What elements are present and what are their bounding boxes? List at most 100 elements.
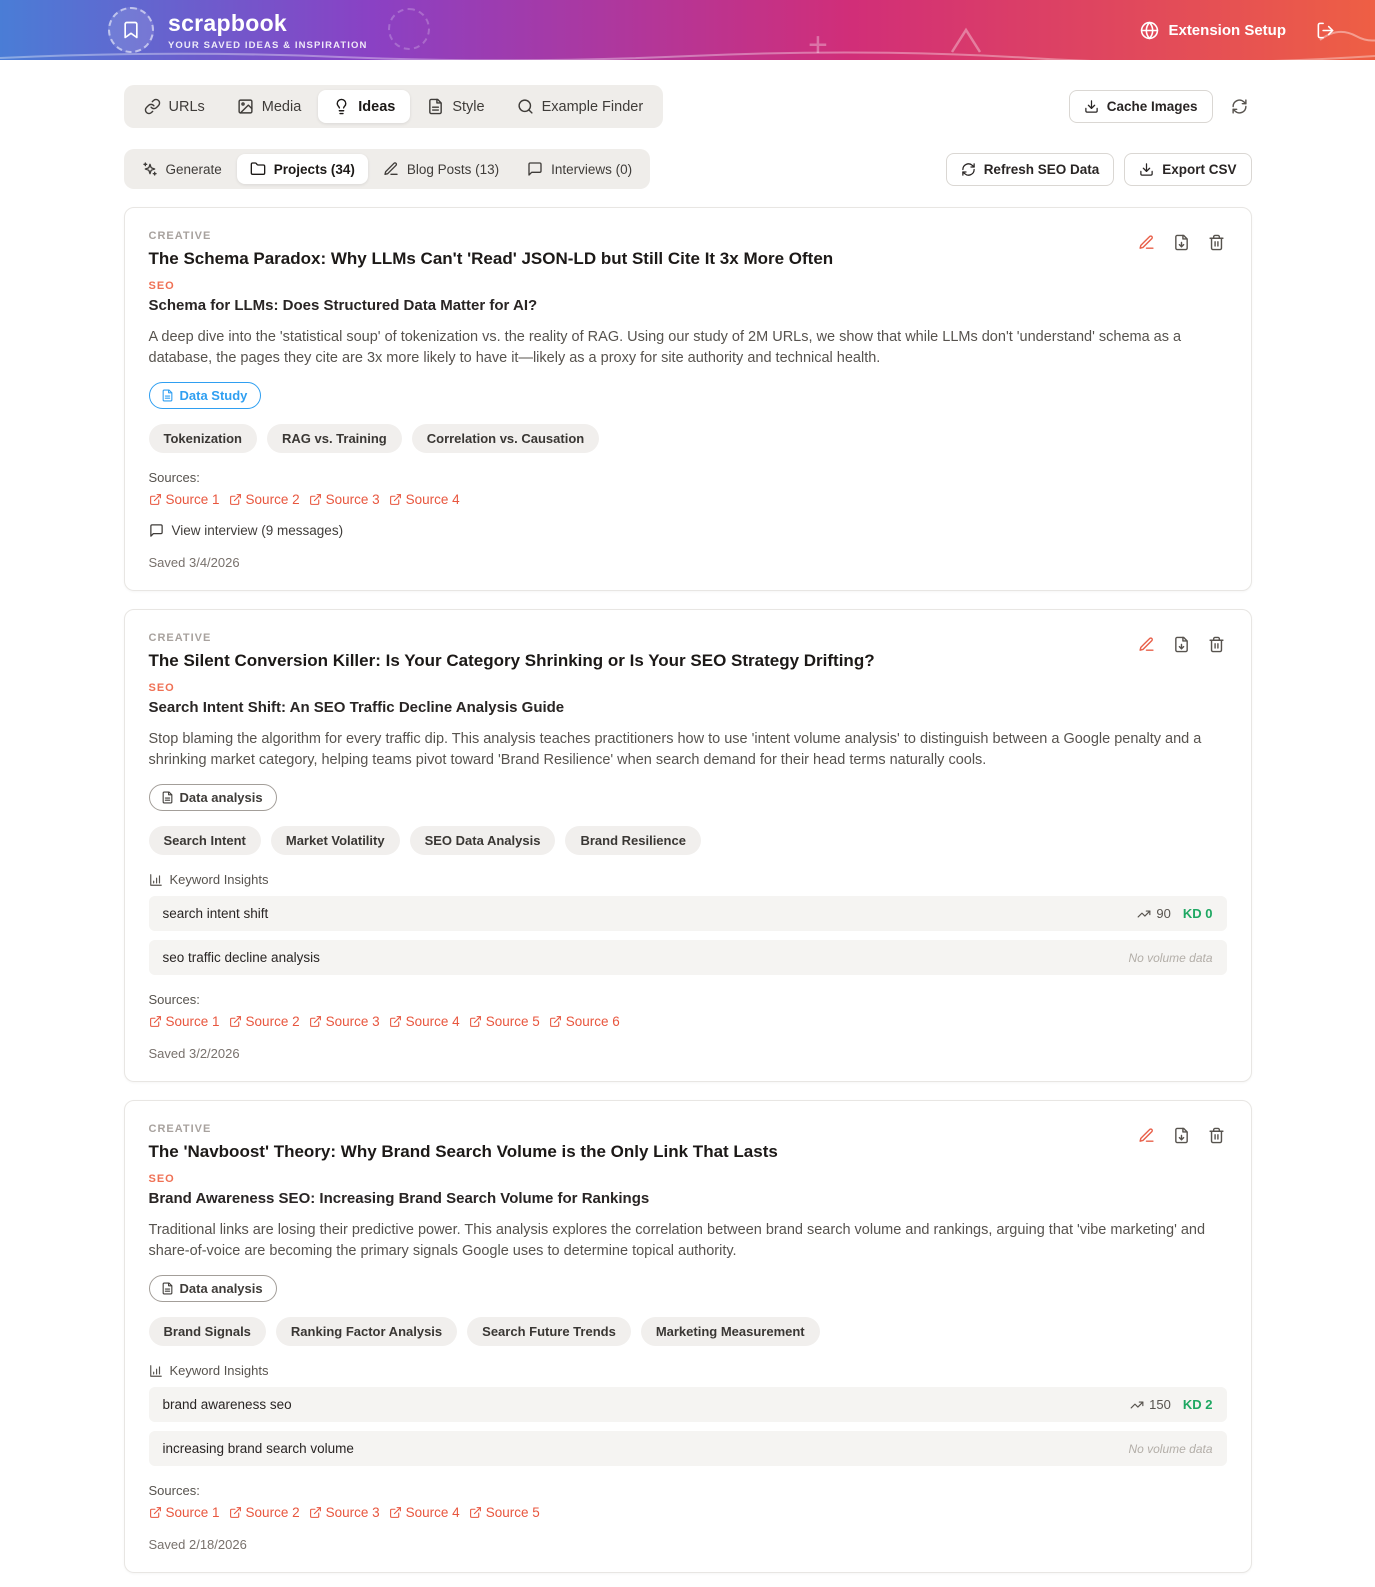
bar-chart-icon [149,873,163,887]
source-label: Source 3 [326,1014,380,1029]
source-link[interactable]: Source 6 [549,1014,620,1029]
app-logo [108,7,154,53]
source-link[interactable]: Source 2 [229,1014,300,1029]
external-link-icon [389,1015,402,1028]
tab-urls[interactable]: URLs [129,90,220,123]
source-link[interactable]: Source 3 [309,492,380,507]
source-link[interactable]: Source 2 [229,1505,300,1520]
source-label: Source 1 [166,1505,220,1520]
subtab-generate[interactable]: Generate [129,154,235,184]
subtab-label: Blog Posts (13) [407,162,499,177]
sources-label: Sources: [149,470,1227,485]
refresh-icon[interactable] [1227,94,1252,119]
sparkles-icon [142,161,158,177]
source-label: Source 2 [246,492,300,507]
view-interview-link[interactable]: View interview (9 messages) [149,523,1227,538]
external-link-icon [309,1506,322,1519]
source-list: Source 1 Source 2 Source 3 Source 4 [149,492,1227,507]
keyword-difficulty: KD 0 [1183,906,1213,921]
cache-images-label: Cache Images [1107,99,1198,114]
tag: Search Intent [149,826,261,855]
tab-example-finder[interactable]: Example Finder [502,90,659,123]
export-csv-label: Export CSV [1162,162,1236,177]
tag-list: Tokenization RAG vs. Training Correlatio… [149,424,1227,453]
source-link[interactable]: Source 1 [149,1014,220,1029]
logout-icon[interactable] [1316,21,1335,40]
source-label: Source 5 [486,1014,540,1029]
source-link[interactable]: Source 1 [149,1505,220,1520]
idea-card: CREATIVE The 'Navboost' Theory: Why Bran… [124,1100,1252,1573]
source-link[interactable]: Source 3 [309,1014,380,1029]
delete-icon[interactable] [1206,1125,1227,1146]
edit-icon[interactable] [1136,232,1157,253]
card-title: The Schema Paradox: Why LLMs Can't 'Read… [149,249,834,269]
subtab-blog-posts[interactable]: Blog Posts (13) [370,154,512,184]
cache-images-button[interactable]: Cache Images [1069,90,1213,123]
source-label: Source 2 [246,1505,300,1520]
external-link-icon [229,1506,242,1519]
export-csv-button[interactable]: Export CSV [1124,153,1251,186]
content-type-badge[interactable]: Data analysis [149,784,277,811]
content-type-badge[interactable]: Data Study [149,382,262,409]
source-link[interactable]: Source 4 [389,1505,460,1520]
source-link[interactable]: Source 4 [389,1014,460,1029]
card-description: A deep dive into the 'statistical soup' … [149,327,1227,368]
source-link[interactable]: Source 3 [309,1505,380,1520]
keyword-insights-label: Keyword Insights [149,872,1227,887]
keyword-insights-text: Keyword Insights [170,1363,269,1378]
source-link[interactable]: Source 5 [469,1505,540,1520]
tab-label: Example Finder [542,99,644,115]
tag: Marketing Measurement [641,1317,820,1346]
refresh-icon [961,162,976,177]
delete-icon[interactable] [1206,634,1227,655]
keyword-volume: 90 [1156,906,1170,921]
subtab-label: Projects (34) [274,162,355,177]
source-link[interactable]: Source 5 [469,1014,540,1029]
app-title: scrapbook [168,10,367,37]
tag: Correlation vs. Causation [412,424,599,453]
external-link-icon [229,493,242,506]
card-subtitle: Search Intent Shift: An SEO Traffic Decl… [149,699,875,716]
no-volume-note: No volume data [1128,1442,1212,1456]
delete-icon[interactable] [1206,232,1227,253]
subtab-label: Generate [166,162,222,177]
main-tab-bar: URLs Media Ideas Style Example Finder [124,85,664,128]
refresh-seo-data-button[interactable]: Refresh SEO Data [946,153,1115,186]
source-link[interactable]: Source 2 [229,492,300,507]
app-tagline: YOUR SAVED IDEAS & INSPIRATION [168,40,367,51]
edit-icon[interactable] [1136,634,1157,655]
subtab-interviews[interactable]: Interviews (0) [514,154,645,184]
export-file-icon[interactable] [1171,1125,1192,1146]
tab-style[interactable]: Style [412,90,499,123]
source-link[interactable]: Source 4 [389,492,460,507]
export-file-icon[interactable] [1171,232,1192,253]
extension-setup-button[interactable]: Extension Setup [1140,21,1286,40]
chat-icon [527,161,543,177]
file-text-icon [427,98,444,115]
edit-icon[interactable] [1136,1125,1157,1146]
tab-label: Style [452,99,484,115]
tag: SEO Data Analysis [410,826,556,855]
tag-list: Search Intent Market Volatility SEO Data… [149,826,1227,855]
keyword-volume: 150 [1149,1397,1171,1412]
content-type-badge[interactable]: Data analysis [149,1275,277,1302]
source-label: Source 4 [406,1014,460,1029]
saved-date: Saved 3/2/2026 [149,1046,1227,1061]
keyword-row: seo traffic decline analysis No volume d… [149,940,1227,975]
tag: Tokenization [149,424,257,453]
app-header: + scrapbook YOUR SAVED IDEAS & INSPIRATI… [0,0,1375,60]
card-seo-label: SEO [149,682,875,694]
tag: Market Volatility [271,826,400,855]
subtab-projects[interactable]: Projects (34) [237,154,368,184]
sources-label: Sources: [149,1483,1227,1498]
tab-media[interactable]: Media [222,90,317,123]
export-file-icon[interactable] [1171,634,1192,655]
external-link-icon [149,1015,162,1028]
source-link[interactable]: Source 1 [149,492,220,507]
folder-icon [250,161,266,177]
document-icon [161,791,174,804]
tag: Search Future Trends [467,1317,631,1346]
bookmark-icon [121,20,141,40]
source-label: Source 4 [406,492,460,507]
tab-ideas[interactable]: Ideas [318,90,410,123]
